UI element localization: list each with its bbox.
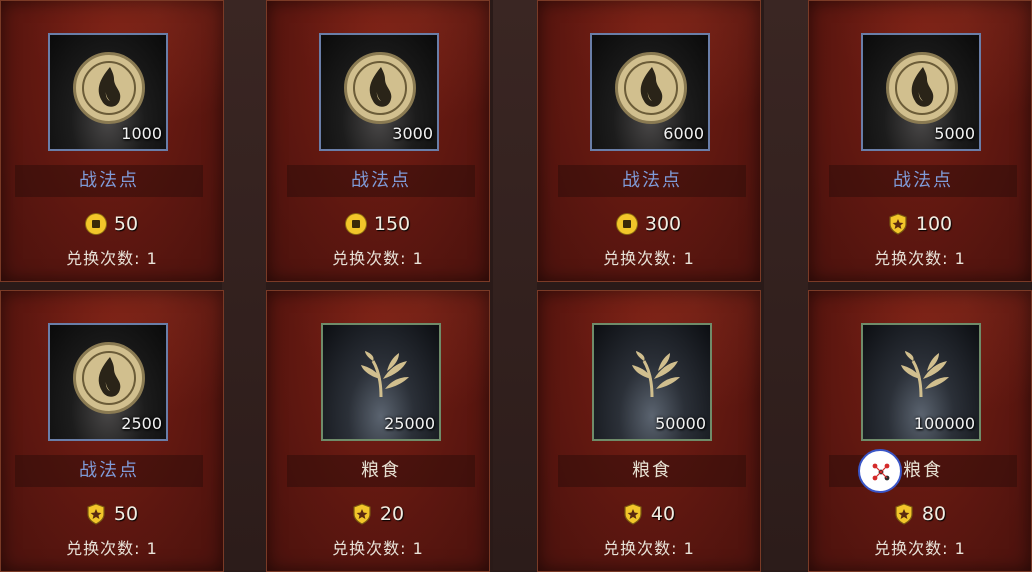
shop-item-card[interactable]: 6000 战法点 300 兑换次数: 1 — [537, 0, 761, 282]
floating-assistant-button[interactable] — [858, 449, 902, 493]
item-name: 战法点 — [829, 165, 1017, 197]
flame-emblem-icon — [73, 52, 145, 124]
shield-token-icon — [889, 213, 907, 235]
item-amount: 100000 — [913, 414, 975, 433]
shop-item-card[interactable]: 5000 战法点 100 兑换次数: 1 — [808, 0, 1032, 282]
item-price: 50 — [1, 501, 223, 527]
item-price: 40 — [538, 501, 760, 527]
item-amount: 6000 — [663, 124, 704, 143]
assistant-button-icon — [872, 463, 890, 481]
shop-item-card[interactable]: 100000 粮食 80 兑换次数: 1 — [808, 290, 1032, 572]
shield-token-icon — [353, 503, 371, 525]
item-amount: 25000 — [384, 414, 435, 433]
exchange-limit: 兑换次数: 1 — [603, 539, 695, 558]
item-name: 战法点 — [287, 165, 475, 197]
background-divider — [493, 0, 537, 570]
grain-sprout-icon — [361, 351, 409, 398]
shop-item-card[interactable]: 50000 粮食 40 兑换次数: 1 — [537, 290, 761, 572]
item-price: 100 — [809, 211, 1031, 237]
exchange-limit: 兑换次数: 1 — [332, 539, 424, 558]
exchange-limit: 兑换次数: 1 — [874, 539, 966, 558]
exchange-limit: 兑换次数: 1 — [66, 249, 158, 268]
coin-icon — [345, 214, 366, 234]
exchange-limit: 兑换次数: 1 — [874, 249, 966, 268]
item-icon-frame: 1000 — [48, 33, 168, 151]
flame-emblem-icon — [73, 342, 145, 414]
coin-icon — [85, 214, 106, 234]
item-name: 战法点 — [15, 165, 203, 197]
exchange-limit: 兑换次数: 1 — [603, 249, 695, 268]
shop-item-card[interactable]: 2500 战法点 50 兑换次数: 1 — [0, 290, 224, 572]
exchange-limit: 兑换次数: 1 — [332, 249, 424, 268]
item-price: 20 — [267, 501, 489, 527]
item-icon-frame: 50000 — [592, 323, 712, 441]
item-name: 粮食 — [287, 455, 475, 487]
background-divider — [222, 0, 266, 570]
background-divider — [764, 0, 808, 570]
item-icon-frame: 25000 — [321, 323, 441, 441]
item-amount: 50000 — [655, 414, 706, 433]
item-price: 150 — [267, 211, 489, 237]
flame-emblem-icon — [886, 52, 958, 124]
item-name: 战法点 — [558, 165, 746, 197]
item-price: 80 — [809, 501, 1031, 527]
item-icon-frame: 100000 — [861, 323, 981, 441]
item-icon-frame: 6000 — [590, 33, 710, 151]
shield-token-icon — [624, 503, 642, 525]
shop-item-card[interactable]: 25000 粮食 20 兑换次数: 1 — [266, 290, 490, 572]
item-price: 50 — [1, 211, 223, 237]
item-icon-frame: 2500 — [48, 323, 168, 441]
grain-sprout-icon — [901, 351, 949, 398]
shield-token-icon — [87, 503, 105, 525]
item-icon-frame: 5000 — [861, 33, 981, 151]
flame-emblem-icon — [615, 52, 687, 124]
item-price: 300 — [538, 211, 760, 237]
item-name: 粮食 — [558, 455, 746, 487]
item-amount: 2500 — [121, 414, 162, 433]
shop-item-card[interactable]: 3000 战法点 150 兑换次数: 1 — [266, 0, 490, 282]
exchange-limit: 兑换次数: 1 — [66, 539, 158, 558]
item-amount: 5000 — [934, 124, 975, 143]
item-amount: 1000 — [121, 124, 162, 143]
item-name: 战法点 — [15, 455, 203, 487]
item-amount: 3000 — [392, 124, 433, 143]
item-icon-frame: 3000 — [319, 33, 439, 151]
flame-emblem-icon — [344, 52, 416, 124]
shop-item-card[interactable]: 1000 战法点 50 兑换次数: 1 — [0, 0, 224, 282]
coin-icon — [616, 214, 637, 234]
grain-sprout-icon — [632, 351, 680, 398]
shield-token-icon — [895, 503, 913, 525]
